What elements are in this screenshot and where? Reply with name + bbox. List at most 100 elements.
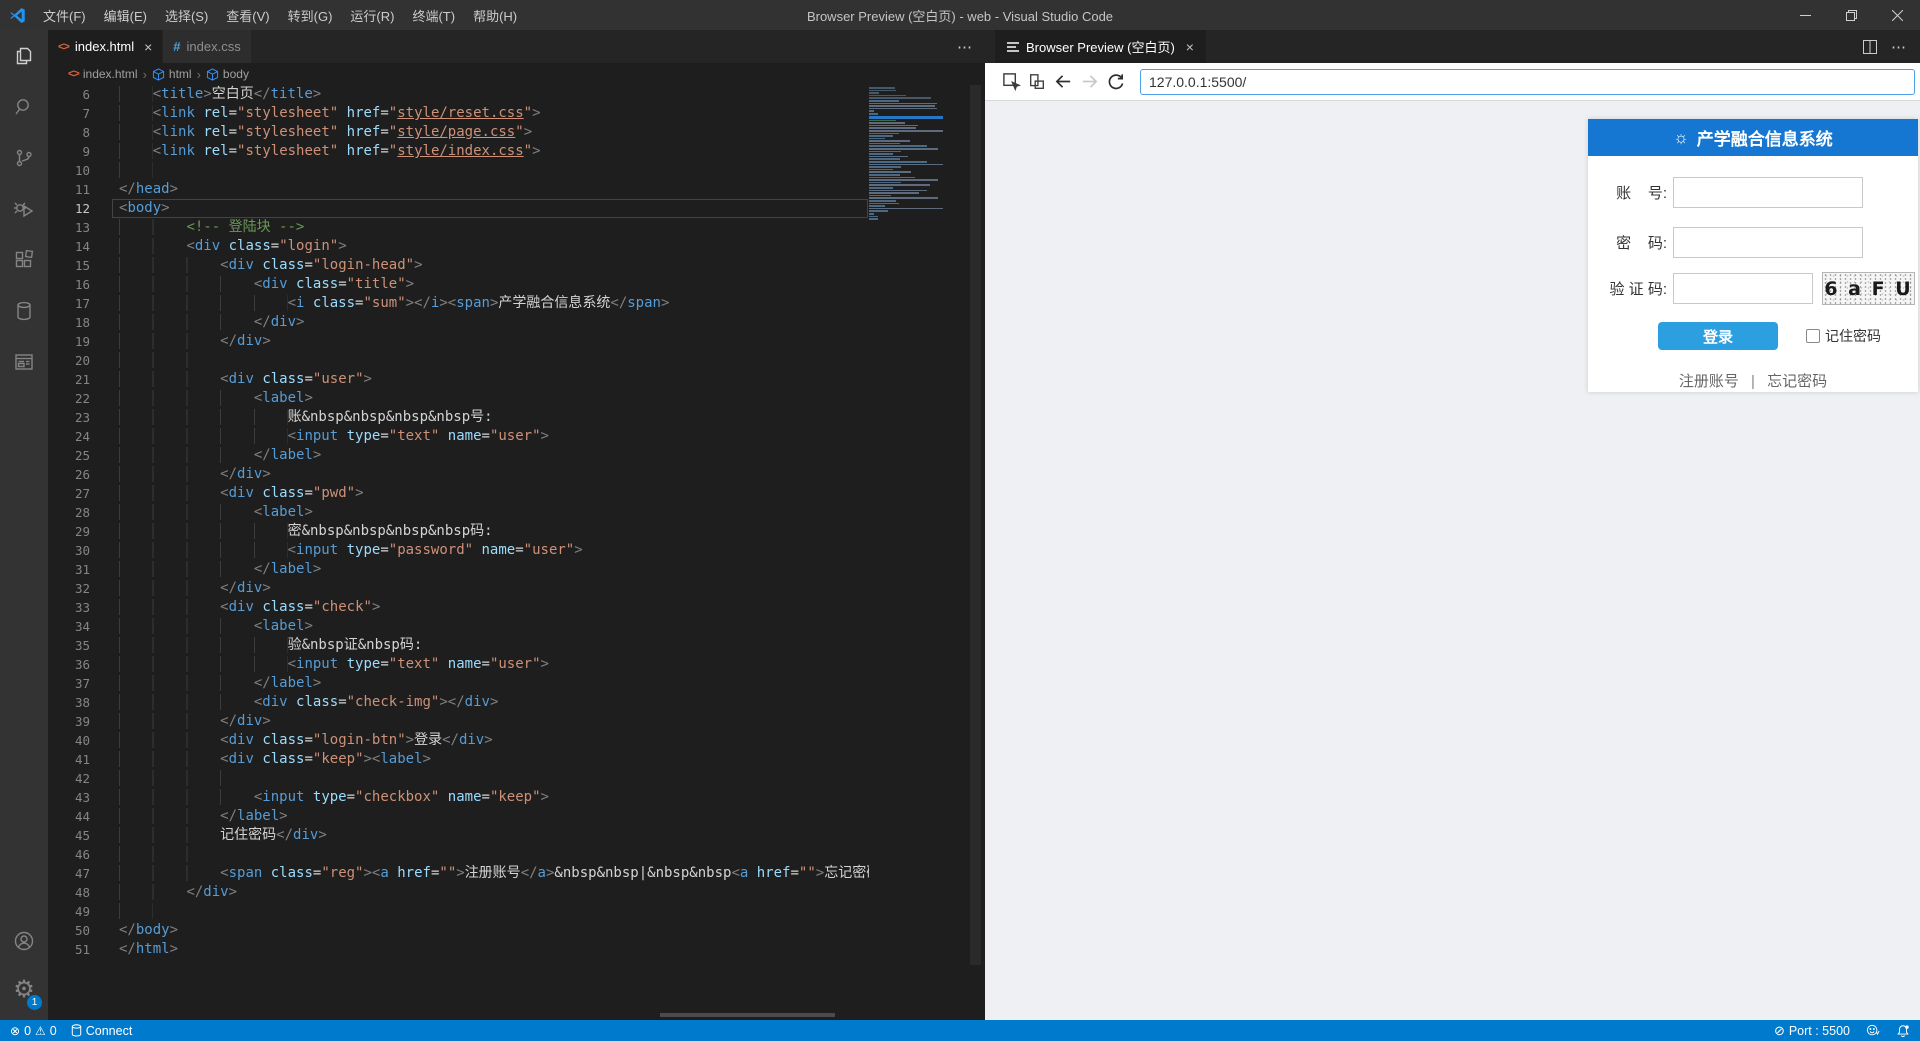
code-line-28[interactable]: 28 <label> <box>48 503 869 522</box>
password-input[interactable] <box>1673 227 1863 258</box>
code-line-19[interactable]: 19 </div> <box>48 332 869 351</box>
forgot-password-link[interactable]: 忘记密码 <box>1767 373 1827 390</box>
code-line-7[interactable]: 7 <link rel="stylesheet" href="style/res… <box>48 104 869 123</box>
account-icon[interactable] <box>0 915 48 966</box>
code-line-24[interactable]: 24 <input type="text" name="user"> <box>48 427 869 446</box>
code-line-44[interactable]: 44 </label> <box>48 807 869 826</box>
code-line-41[interactable]: 41 <div class="keep"><label> <box>48 750 869 769</box>
remember-checkbox[interactable] <box>1806 329 1820 343</box>
connect-button[interactable]: Connect <box>71 1024 132 1038</box>
code-line-37[interactable]: 37 </label> <box>48 674 869 693</box>
code-line-32[interactable]: 32 </div> <box>48 579 869 598</box>
code-line-13[interactable]: 13 <!-- 登陆块 --> <box>48 218 869 237</box>
code-line-35[interactable]: 35 验&nbsp证&nbsp码: <box>48 636 869 655</box>
account-input[interactable] <box>1673 177 1863 208</box>
code-line-14[interactable]: 14 <div class="login"> <box>48 237 869 256</box>
database-icon[interactable] <box>0 285 48 336</box>
breadcrumb-body[interactable]: body <box>206 67 249 81</box>
login-button[interactable]: 登录 <box>1658 322 1778 350</box>
menu-item-4[interactable]: 转到(G) <box>279 0 342 30</box>
code-line-10[interactable]: 10 <box>48 161 869 180</box>
code-line-46[interactable]: 46 <box>48 845 869 864</box>
browser-preview-icon[interactable] <box>0 336 48 387</box>
register-link[interactable]: 注册账号 <box>1679 373 1739 390</box>
code-line-29[interactable]: 29 密&nbsp&nbsp&nbsp&nbsp码: <box>48 522 869 541</box>
code-line-30[interactable]: 30 <input type="password" name="user"> <box>48 541 869 560</box>
menu-item-3[interactable]: 查看(V) <box>217 0 278 30</box>
breadcrumb-html[interactable]: html <box>152 67 192 81</box>
explorer-icon[interactable] <box>0 30 48 81</box>
captcha-image[interactable]: 6 a F U <box>1822 272 1915 305</box>
code-line-6[interactable]: 6 <title>空白页</title> <box>48 85 869 104</box>
device-toolbar-icon[interactable] <box>1027 72 1047 92</box>
horizontal-scrollbar[interactable] <box>660 1013 835 1017</box>
captcha-input[interactable] <box>1673 273 1813 304</box>
inspect-element-icon[interactable] <box>1001 72 1021 92</box>
source-control-icon[interactable] <box>0 132 48 183</box>
menu-item-5[interactable]: 运行(R) <box>341 0 403 30</box>
code-line-15[interactable]: 15 <div class="login-head"> <box>48 256 869 275</box>
menu-item-2[interactable]: 选择(S) <box>156 0 217 30</box>
code-line-11[interactable]: 11 </head> <box>48 180 869 199</box>
restore-button[interactable] <box>1828 0 1874 30</box>
split-editor-icon[interactable] <box>1863 39 1877 54</box>
port-indicator[interactable]: ⊘ Port : 5500 <box>1774 1024 1850 1038</box>
code-line-27[interactable]: 27 <div class="pwd"> <box>48 484 869 503</box>
code-line-31[interactable]: 31 </label> <box>48 560 869 579</box>
forward-icon[interactable] <box>1079 72 1099 92</box>
code-line-17[interactable]: 17 <i class="sum"></i><span>产学融合信息系统</sp… <box>48 294 869 313</box>
code-line-33[interactable]: 33 <div class="check"> <box>48 598 869 617</box>
menu-item-6[interactable]: 终端(T) <box>403 0 464 30</box>
code-line-51[interactable]: 51 </html> <box>48 940 869 959</box>
extensions-icon[interactable] <box>0 234 48 285</box>
code-line-16[interactable]: 16 <div class="title"> <box>48 275 869 294</box>
code-line-21[interactable]: 21 <div class="user"> <box>48 370 869 389</box>
code-line-26[interactable]: 26 </div> <box>48 465 869 484</box>
code-line-48[interactable]: 48 </div> <box>48 883 869 902</box>
code-line-43[interactable]: 43 <input type="checkbox" name="keep"> <box>48 788 869 807</box>
editor-more-actions-icon[interactable]: ⋯ <box>957 30 973 63</box>
close-window-button[interactable] <box>1874 0 1920 30</box>
code-line-47[interactable]: 47 <span class="reg"><a href="">注册账号</a>… <box>48 864 869 883</box>
tab-index-css[interactable]: # index.css <box>163 30 252 63</box>
code-line-42[interactable]: 42 <box>48 769 869 788</box>
close-tab-icon[interactable]: × <box>1186 39 1194 55</box>
menu-item-0[interactable]: 文件(F) <box>34 0 95 30</box>
tab-browser-preview[interactable]: Browser Preview (空白页) × <box>995 30 1206 63</box>
code-line-36[interactable]: 36 <input type="text" name="user"> <box>48 655 869 674</box>
code-line-23[interactable]: 23 账&nbsp&nbsp&nbsp&nbsp号: <box>48 408 869 427</box>
code-editor[interactable]: 6 <title>空白页</title> 7 <link rel="stylesh… <box>48 85 985 1020</box>
feedback-button[interactable] <box>1866 1024 1880 1037</box>
code-line-34[interactable]: 34 <label> <box>48 617 869 636</box>
code-line-22[interactable]: 22 <label> <box>48 389 869 408</box>
problems-indicator[interactable]: ⊗ 0 ⚠ 0 <box>10 1024 57 1038</box>
settings-gear-icon[interactable]: ⚙ 1 <box>0 966 48 1014</box>
vertical-scrollbar[interactable] <box>970 85 981 965</box>
code-line-49[interactable]: 49 <box>48 902 869 921</box>
code-line-39[interactable]: 39 </div> <box>48 712 869 731</box>
code-line-8[interactable]: 8 <link rel="stylesheet" href="style/pag… <box>48 123 869 142</box>
refresh-icon[interactable] <box>1105 72 1125 92</box>
minimap[interactable] <box>869 87 943 221</box>
run-debug-icon[interactable] <box>0 183 48 234</box>
close-tab-icon[interactable]: × <box>144 39 152 55</box>
code-line-50[interactable]: 50 </body> <box>48 921 869 940</box>
notifications-bell-icon[interactable] <box>1896 1024 1910 1038</box>
back-icon[interactable] <box>1053 72 1073 92</box>
breadcrumb-file[interactable]: <> index.html <box>68 67 138 81</box>
code-line-20[interactable]: 20 <box>48 351 869 370</box>
menu-item-1[interactable]: 编辑(E) <box>95 0 156 30</box>
code-line-12[interactable]: 12 <body> <box>48 199 869 218</box>
more-actions-icon[interactable]: ⋯ <box>1891 38 1906 56</box>
code-line-40[interactable]: 40 <div class="login-btn">登录</div> <box>48 731 869 750</box>
code-line-18[interactable]: 18 </div> <box>48 313 869 332</box>
menu-item-7[interactable]: 帮助(H) <box>464 0 526 30</box>
code-line-45[interactable]: 45 记住密码</div> <box>48 826 869 845</box>
tab-index-html[interactable]: <> index.html × <box>48 30 164 63</box>
code-line-9[interactable]: 9 <link rel="stylesheet" href="style/ind… <box>48 142 869 161</box>
url-input[interactable] <box>1140 68 1915 95</box>
code-line-38[interactable]: 38 <div class="check-img"></div> <box>48 693 869 712</box>
code-line-25[interactable]: 25 </label> <box>48 446 869 465</box>
minimize-button[interactable] <box>1782 0 1828 30</box>
search-icon[interactable] <box>0 81 48 132</box>
